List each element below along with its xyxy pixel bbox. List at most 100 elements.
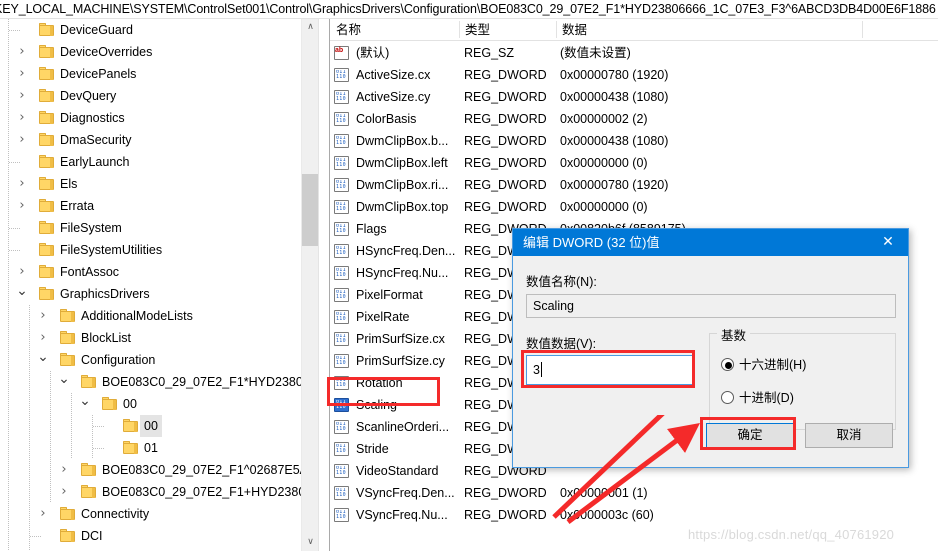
tree-guide-line — [8, 283, 9, 305]
value-name-cell: DwmClipBox.b... — [356, 134, 449, 148]
value-row[interactable]: 011 110 DwmClipBox.ri... REG_DWORD 0x0000078… — [330, 174, 938, 196]
folder-icon — [123, 441, 138, 454]
value-data-cell: 0x00000000 (0) — [560, 200, 648, 214]
tree-item-filesystem[interactable]: FileSystem — [0, 217, 318, 239]
tree-item-configuration[interactable]: ⌄ Configuration — [0, 349, 318, 371]
chevron-down-icon[interactable]: ⌄ — [77, 393, 93, 415]
tree-item-deviceguard[interactable]: DeviceGuard — [0, 19, 318, 41]
value-name-input[interactable]: Scaling — [526, 294, 896, 318]
pane-splitter[interactable] — [318, 19, 330, 551]
folder-icon — [81, 375, 96, 388]
registry-key-tree[interactable]: DeviceGuard › DeviceOverrides › DevicePanels… — [0, 19, 318, 551]
chevron-right-icon[interactable]: › — [35, 327, 51, 349]
value-row[interactable]: ab (默认) REG_SZ (数值未设置) — [330, 42, 938, 64]
chevron-right-icon[interactable]: › — [14, 261, 30, 283]
tree-item-boe083c0-29-07e2-f1-02687e5a7d[interactable]: › BOE083C0_29_07E2_F1^02687E5A7D — [0, 459, 318, 481]
tree-item-label: Errata — [60, 199, 95, 213]
chevron-right-icon[interactable]: › — [14, 173, 30, 195]
tree-item-blocklist[interactable]: › BlockList — [0, 327, 318, 349]
tree-item-dci[interactable]: DCI — [0, 525, 318, 547]
values-list-header: 名称 类型 数据 — [330, 19, 938, 41]
chevron-right-icon[interactable]: › — [56, 481, 72, 503]
tree-item-earlylaunch[interactable]: EarlyLaunch — [0, 151, 318, 173]
chevron-down-icon[interactable]: ⌄ — [56, 371, 72, 393]
value-data-input[interactable]: 3 — [526, 355, 693, 385]
chevron-right-icon[interactable]: › — [14, 129, 30, 151]
column-header-type[interactable]: 类型 — [459, 19, 556, 40]
tree-guide-line — [8, 327, 9, 349]
tree-item-00[interactable]: 00 — [0, 415, 318, 437]
tree-guide-line — [50, 371, 51, 393]
value-type-cell: REG_DWORD — [464, 90, 547, 104]
tree-item-featuresetusage[interactable]: FeatureSetUsage — [0, 547, 318, 551]
tree-item-devicepanels[interactable]: › DevicePanels — [0, 63, 318, 85]
tree-guide-line — [8, 107, 9, 129]
tree-guide-line — [8, 85, 9, 107]
chevron-right-icon[interactable]: › — [14, 63, 30, 85]
value-row[interactable]: 011 110 VSyncFreq.Nu... REG_DWORD 0x0000003c… — [330, 504, 938, 526]
tree-item-errata[interactable]: › Errata — [0, 195, 318, 217]
column-header-name[interactable]: 名称 — [330, 19, 459, 40]
tree-item-00[interactable]: ⌄ 00 — [0, 393, 318, 415]
folder-icon — [39, 133, 54, 146]
value-row[interactable]: 011 110 DwmClipBox.b... REG_DWORD 0x00000438… — [330, 130, 938, 152]
value-name-cell: DwmClipBox.top — [356, 200, 449, 214]
tree-item-dmasecurity[interactable]: › DmaSecurity — [0, 129, 318, 151]
scroll-up-icon[interactable]: ∧ — [302, 19, 318, 36]
tree-item-els[interactable]: › Els — [0, 173, 318, 195]
tree-item-label: GraphicsDrivers — [60, 287, 150, 301]
scroll-down-icon[interactable]: ∨ — [302, 534, 318, 551]
value-name-cell: HSyncFreq.Den... — [356, 244, 456, 258]
value-type-cell: REG_DWORD — [464, 200, 547, 214]
chevron-right-icon[interactable]: › — [35, 503, 51, 525]
dword-value-icon: 011 110 — [334, 332, 350, 346]
column-divider-3[interactable] — [862, 21, 863, 38]
chevron-right-icon[interactable]: › — [14, 195, 30, 217]
tree-scrollbar-thumb[interactable] — [302, 174, 318, 246]
tree-item-deviceoverrides[interactable]: › DeviceOverrides — [0, 41, 318, 63]
value-row[interactable]: 011 110 ActiveSize.cx REG_DWORD 0x00000780 (… — [330, 64, 938, 86]
tree-item-label: DeviceOverrides — [60, 45, 153, 59]
ok-button[interactable]: 确定 — [706, 423, 794, 448]
tree-vertical-scrollbar[interactable]: ∧ ∨ — [301, 19, 318, 551]
value-row[interactable]: 011 110 DwmClipBox.left REG_DWORD 0x00000000… — [330, 152, 938, 174]
folder-icon — [39, 199, 54, 212]
dword-value-icon: 011 110 — [334, 442, 350, 456]
tree-guide-line — [29, 481, 30, 503]
value-row[interactable]: 011 110 VSyncFreq.Den... REG_DWORD 0x0000000… — [330, 482, 938, 504]
value-row[interactable]: 011 110 DwmClipBox.top REG_DWORD 0x00000000 … — [330, 196, 938, 218]
tree-item-graphicsdrivers[interactable]: ⌄ GraphicsDrivers — [0, 283, 318, 305]
column-header-data[interactable]: 数据 — [556, 19, 862, 40]
chevron-down-icon[interactable]: ⌄ — [35, 349, 51, 371]
tree-item-boe083c0-29-07e2-f1-hyd2380666[interactable]: › BOE083C0_29_07E2_F1+HYD2380666 — [0, 481, 318, 503]
chevron-right-icon[interactable]: › — [14, 85, 30, 107]
close-icon[interactable]: ✕ — [868, 229, 908, 256]
value-name-cell: Rotation — [356, 376, 403, 390]
tree-item-label: FileSystemUtilities — [60, 243, 163, 257]
registry-path-bar[interactable]: KEY_LOCAL_MACHINE\SYSTEM\ControlSet001\C… — [0, 0, 938, 18]
dialog-title-bar[interactable]: 编辑 DWORD (32 位)值 — [513, 229, 908, 256]
tree-item-label: 00 — [140, 415, 162, 437]
dword-value-icon: 011 110 — [334, 266, 350, 280]
radio-button-icon-dec[interactable] — [721, 391, 734, 404]
tree-item-diagnostics[interactable]: › Diagnostics — [0, 107, 318, 129]
tree-guide-line — [50, 459, 51, 481]
tree-item-01[interactable]: 01 — [0, 437, 318, 459]
tree-guide-line — [29, 305, 30, 327]
folder-icon — [81, 485, 96, 498]
tree-item-filesystemutilities[interactable]: FileSystemUtilities — [0, 239, 318, 261]
chevron-right-icon[interactable]: › — [14, 41, 30, 63]
radio-button-icon-hex[interactable] — [721, 358, 734, 371]
cancel-button[interactable]: 取消 — [805, 423, 893, 448]
value-row[interactable]: 011 110 ColorBasis REG_DWORD 0x00000002 (2) — [330, 108, 938, 130]
tree-item-connectivity[interactable]: › Connectivity — [0, 503, 318, 525]
chevron-right-icon[interactable]: › — [35, 305, 51, 327]
chevron-right-icon[interactable]: › — [56, 459, 72, 481]
tree-item-fontassoc[interactable]: › FontAssoc — [0, 261, 318, 283]
value-row[interactable]: 011 110 ActiveSize.cy REG_DWORD 0x00000438 (… — [330, 86, 938, 108]
chevron-right-icon[interactable]: › — [14, 107, 30, 129]
chevron-down-icon[interactable]: ⌄ — [14, 283, 30, 305]
tree-item-additionalmodelists[interactable]: › AdditionalModeLists — [0, 305, 318, 327]
tree-item-boe083c0-29-07e2-f1-hyd2380666[interactable]: ⌄ BOE083C0_29_07E2_F1*HYD2380666( — [0, 371, 318, 393]
tree-item-devquery[interactable]: › DevQuery — [0, 85, 318, 107]
